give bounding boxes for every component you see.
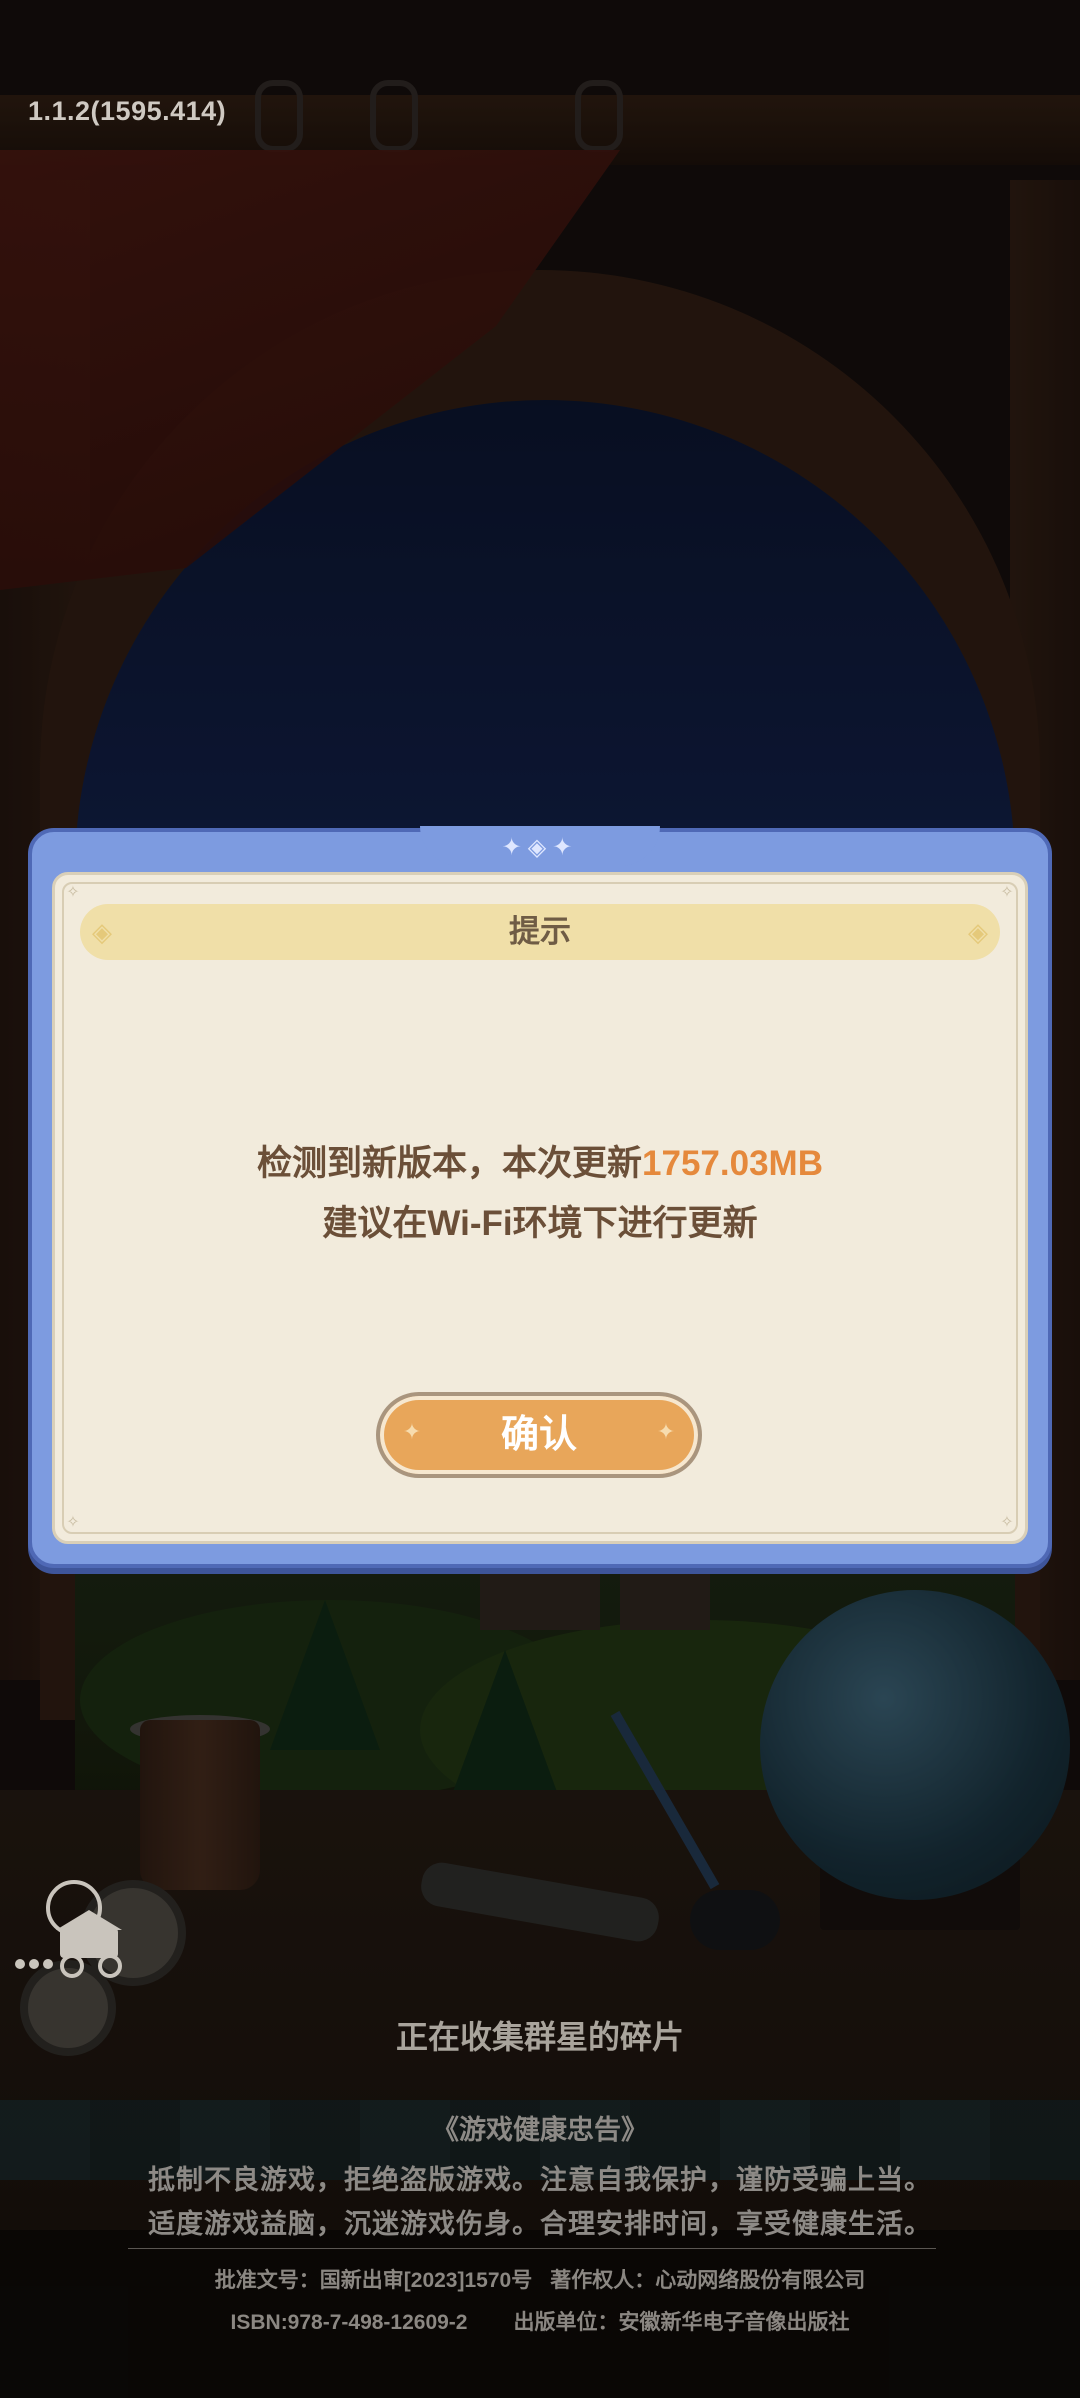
confirm-button-label: 确认 [500,1414,577,1456]
isbn: ISBN:978-7-498-12609-2 [230,2311,468,2334]
message-line-1: 检测到新版本，本次更新1757.03MB [0,1134,1080,1194]
confirm-button[interactable]: ✦ 确认 ✦ [376,1392,702,1478]
corner-ornament-icon: ✧ [1000,884,1014,901]
divider [128,2248,936,2249]
approval-number: 批准文号：国新出审[2023]1570号 [214,2269,533,2292]
dialog-message: 检测到新版本，本次更新1757.03MB 建议在Wi-Fi环境下进行更新 [0,1134,1080,1254]
corner-ornament-icon: ✧ [66,884,80,901]
sparkle-icon: ✦ [656,1419,676,1444]
corner-ornament-icon: ✧ [1000,1514,1014,1531]
health-notice-line-1: 抵制不良游戏，拒绝盗版游戏。注意自我保护，谨防受骗上当。 [148,2165,932,2195]
copyright-holder: 著作权人：心动网络股份有限公司 [550,2269,866,2292]
health-notice-title: 《游戏健康忠告》 [432,2115,648,2145]
loading-status: 正在收集群星的碎片 [395,2019,684,2055]
update-size: 1757.03MB [642,1144,823,1183]
dialog-title: 提示 [509,914,571,949]
message-line-2: 建议在Wi-Fi环境下进行更新 [322,1204,758,1243]
legal-line-1: 批准文号：国新出审[2023]1570号 著作权人：心动网络股份有限公司 [0,2264,1080,2294]
wagon-icon [15,1880,122,1978]
health-notice-line-2: 适度游戏益脑，沉迷游戏伤身。合理安排时间，享受健康生活。 [148,2209,932,2239]
message-prefix: 检测到新版本，本次更新 [257,1144,643,1183]
legal-line-2: ISBN:978-7-498-12609-2 出版单位：安徽新华电子音像出版社 [0,2306,1080,2336]
version-label: 1.1.2(1595.414) [28,96,227,126]
sparkle-ornament-icon: ✦◈✦ [501,834,579,861]
corner-ornament-icon: ✧ [66,1514,80,1531]
publisher: 出版单位：安徽新华电子音像出版社 [513,2311,850,2334]
